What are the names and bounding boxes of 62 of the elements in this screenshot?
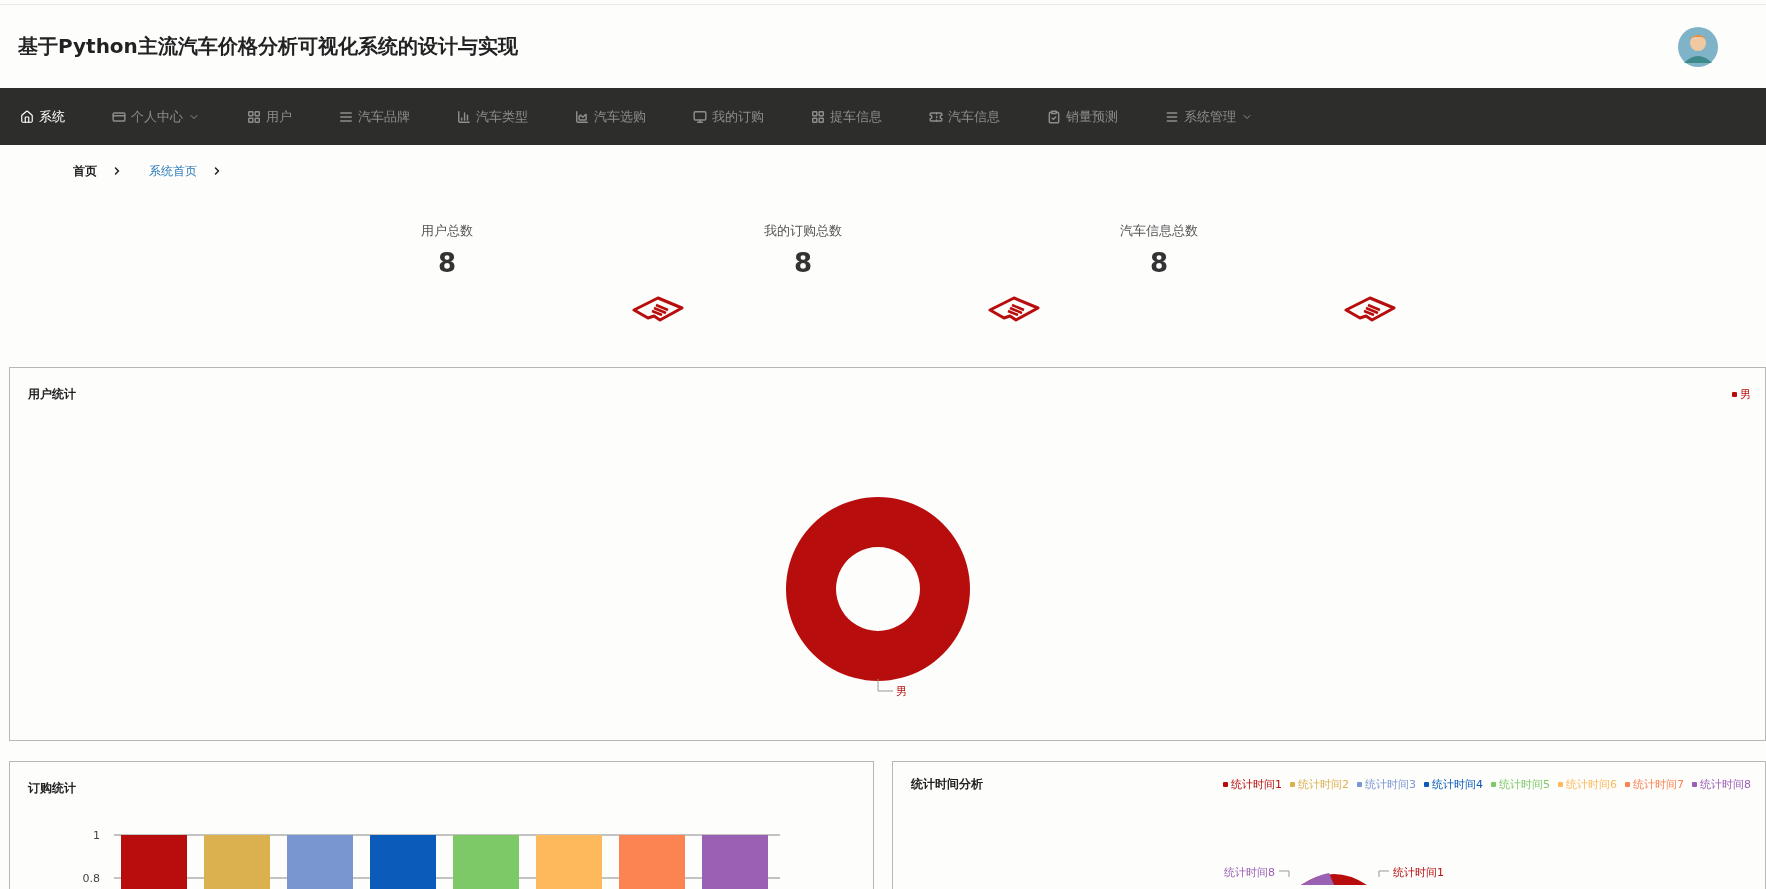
nav-tab[interactable]: 我的订购: [693, 107, 811, 126]
nav-label: 系统: [39, 107, 65, 126]
grid-icon: [247, 109, 261, 124]
nav-label: 用户: [266, 107, 292, 126]
ticket-icon: [988, 296, 1040, 322]
y-tick-label: 1: [93, 829, 100, 842]
panel-title: 订购统计: [28, 780, 76, 797]
legend-item[interactable]: 男: [1732, 387, 1751, 402]
stat-value: 8: [1149, 248, 1169, 278]
stat-label: 汽车信息总数: [1120, 222, 1198, 240]
stat-label: 我的订购总数: [764, 222, 842, 240]
nav-label: 我的订购: [712, 107, 764, 126]
nav-tab[interactable]: 销量预测: [1047, 107, 1165, 126]
nav-tab[interactable]: 系统: [20, 107, 112, 126]
breadcrumb-link[interactable]: 系统首页: [149, 162, 197, 180]
nav-tab[interactable]: 汽车类型: [457, 107, 575, 126]
nav-label: 汽车选购: [594, 107, 646, 126]
nav-label: 提车信息: [830, 107, 882, 126]
legend-item[interactable]: 统计时间1: [1223, 777, 1282, 792]
ticket-icon: [632, 296, 684, 322]
panel-title: 用户统计: [28, 386, 76, 403]
nav-tab[interactable]: 汽车选购: [575, 107, 693, 126]
nav-tab[interactable]: 提车信息: [811, 107, 929, 126]
stat-value: 8: [793, 248, 813, 278]
stat-value: 8: [437, 248, 457, 278]
legend-item[interactable]: 统计时间7: [1625, 777, 1684, 792]
legend-item[interactable]: 统计时间8: [1692, 777, 1751, 792]
card-icon: [112, 109, 126, 124]
nav-tab[interactable]: 个人中心: [112, 107, 247, 126]
ticket-icon: [929, 109, 943, 124]
page-title: 基于Python主流汽车价格分析可视化系统的设计与实现: [18, 33, 518, 60]
menu-icon: [1165, 109, 1179, 124]
stat-label: 用户总数: [421, 222, 473, 240]
nav-label: 销量预测: [1066, 107, 1118, 126]
nav-tab[interactable]: 系统管理: [1165, 107, 1300, 126]
legend-item[interactable]: 统计时间3: [1357, 777, 1416, 792]
nav-label: 汽车类型: [476, 107, 528, 126]
nav-label: 系统管理: [1184, 107, 1236, 126]
area-chart-icon: [575, 109, 589, 124]
nav-label: 汽车信息: [948, 107, 1000, 126]
house-icon: [20, 109, 34, 124]
leader-line: [876, 679, 893, 693]
ticket-icon: [1344, 296, 1396, 322]
nav-tab[interactable]: 汽车信息: [929, 107, 1047, 126]
nav-tab[interactable]: 汽车品牌: [339, 107, 457, 126]
nav-tab[interactable]: 用户: [247, 107, 339, 126]
nav-label: 个人中心: [131, 107, 183, 126]
clipboard-check-icon: [1047, 109, 1061, 124]
legend-item[interactable]: 统计时间4: [1424, 777, 1483, 792]
breadcrumb-link[interactable]: 首页: [73, 162, 97, 180]
y-tick-label: 0.8: [82, 872, 100, 885]
grid-icon: [811, 109, 825, 124]
panel-title: 统计时间分析: [911, 776, 984, 793]
slice-label: 统计时间8: [1224, 865, 1275, 880]
slice-label: 统计时间1: [1393, 865, 1444, 880]
slice-label: 男: [895, 684, 907, 699]
monitor-icon: [693, 109, 707, 124]
bar-chart-icon: [457, 109, 471, 124]
list-icon: [339, 109, 353, 124]
axis-tick: 1: [93, 829, 781, 842]
nav-label: 汽车品牌: [358, 107, 410, 126]
avatar[interactable]: [1678, 26, 1718, 67]
